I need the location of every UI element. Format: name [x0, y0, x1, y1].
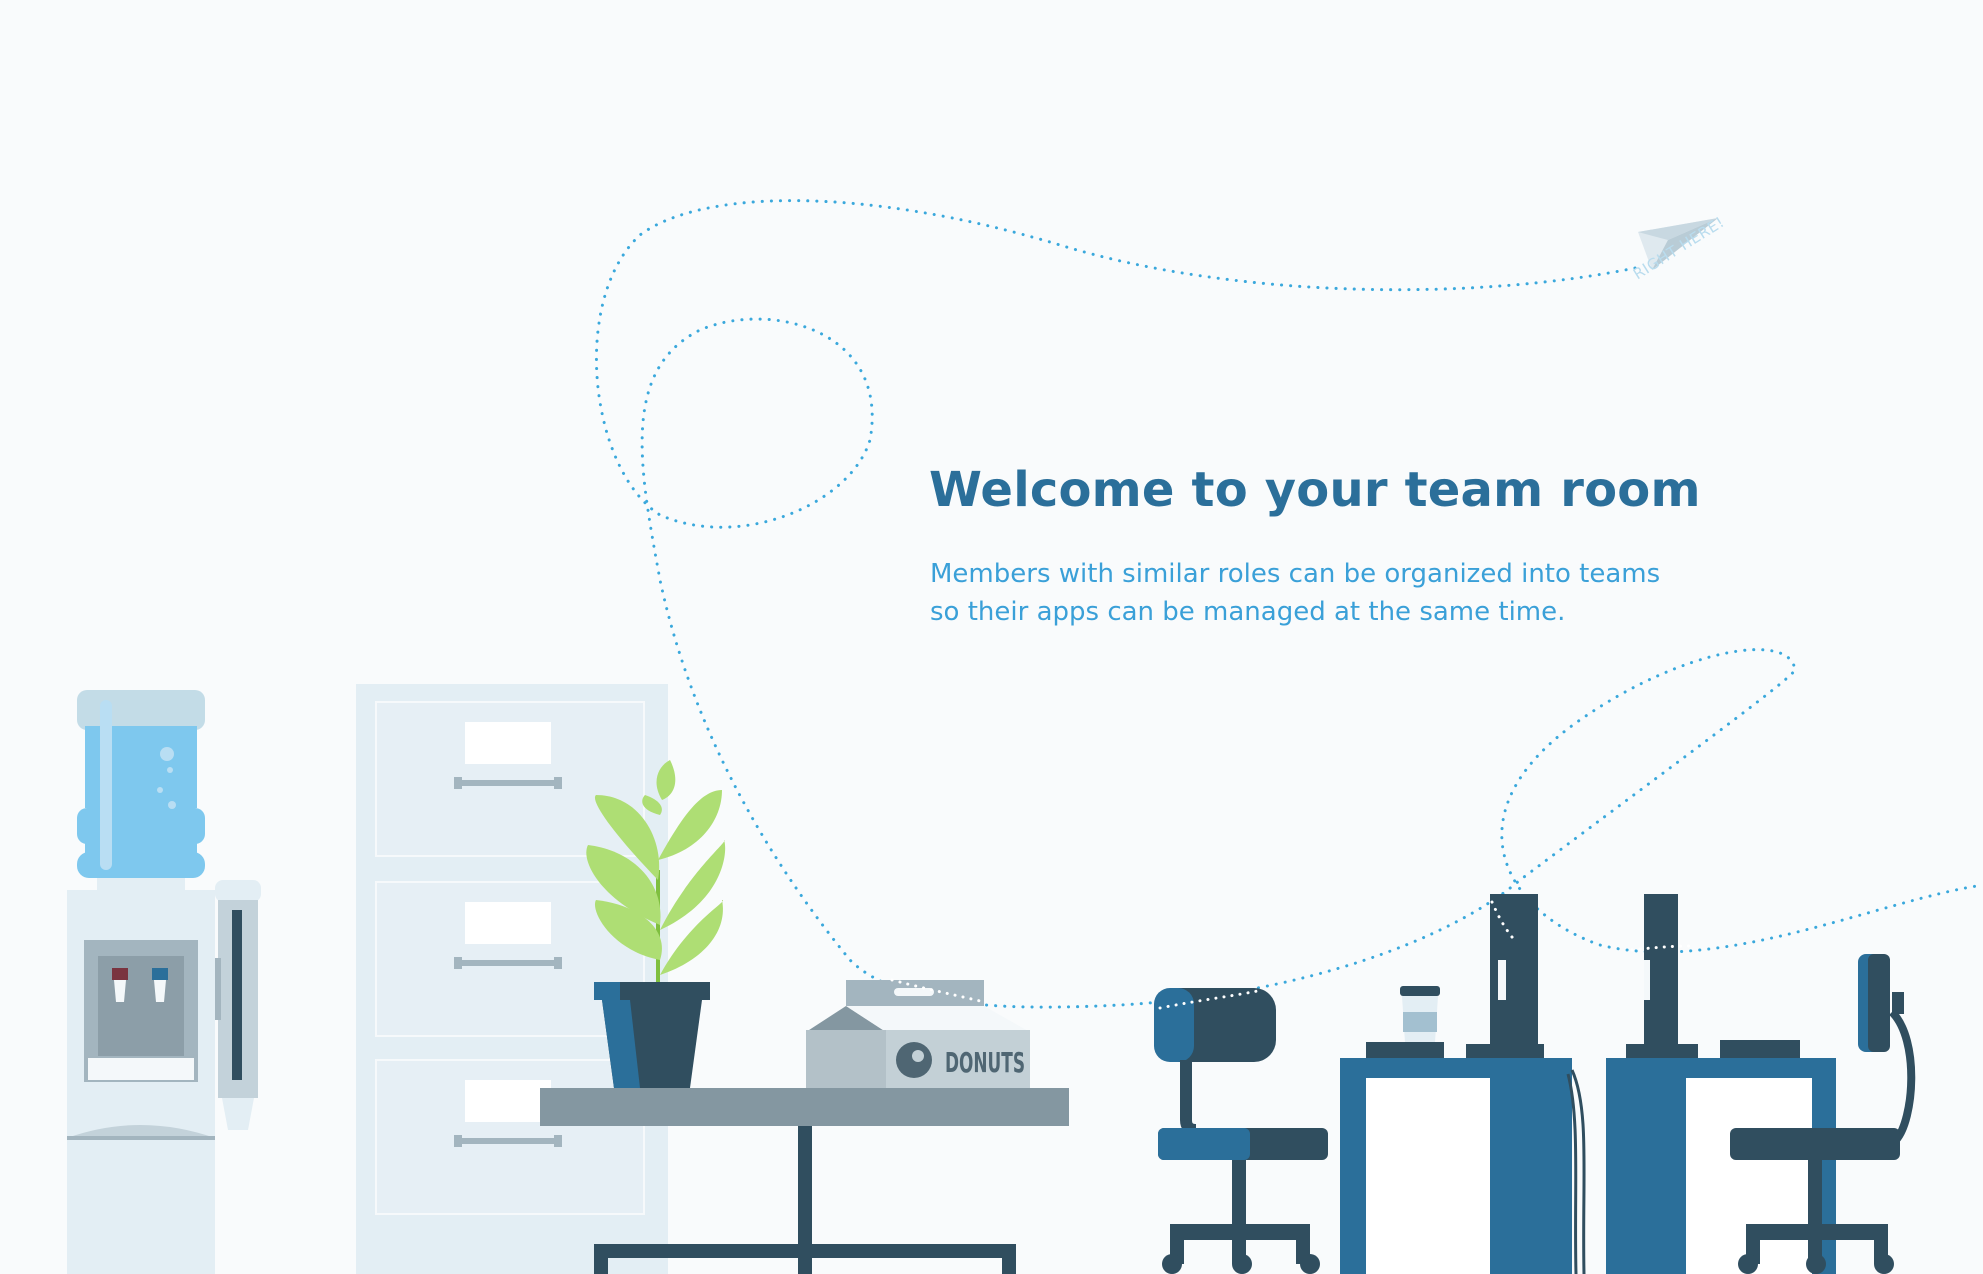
team-room-empty-state: DONUTS Welcome to your team room Members… [0, 0, 1983, 1274]
team-room-illustration: DONUTS [67, 199, 1983, 1274]
page-description: Members with similar roles can be organi… [930, 555, 1690, 631]
office-chair-icon [1154, 988, 1328, 1274]
description-line-1: Members with similar roles can be organi… [930, 559, 1661, 589]
monitor-icon [1466, 894, 1544, 1058]
monitor-icon-2 [1626, 894, 1698, 1058]
water-cooler-icon [67, 690, 261, 1274]
keyboard-icon-2 [1720, 1040, 1800, 1058]
description-line-2: so their apps can be managed at the same… [930, 597, 1566, 627]
keyboard-icon [1366, 1042, 1444, 1058]
desk-icon-2 [1606, 1058, 1836, 1274]
page-title: Welcome to your team room [929, 462, 1701, 518]
donut-box-label: DONUTS [945, 1046, 1025, 1079]
desk-icon [1340, 1058, 1586, 1274]
donut-box-icon: DONUTS [806, 980, 1030, 1088]
filing-cabinet-icon [356, 684, 668, 1274]
flight-path-highlight [890, 900, 1692, 1010]
